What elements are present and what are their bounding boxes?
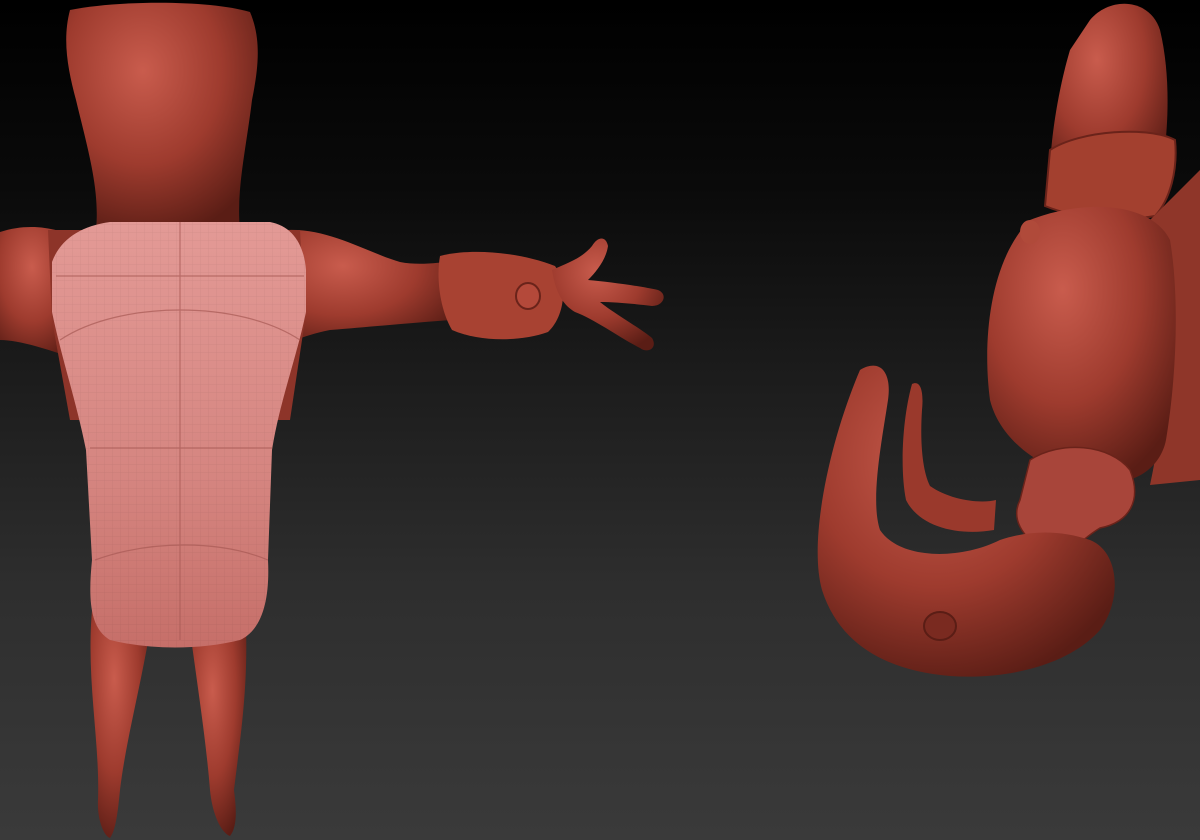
tail-hole xyxy=(923,611,957,641)
sculpt-viewport[interactable] xyxy=(0,0,1200,840)
vest-mesh xyxy=(52,222,306,648)
head xyxy=(66,2,258,231)
right-leg xyxy=(190,628,247,836)
cuff-button xyxy=(515,282,541,310)
character-top-down-view-model[interactable] xyxy=(817,3,1200,677)
hand xyxy=(552,238,664,351)
tail-inner-fin xyxy=(902,383,996,532)
character-back-view-model[interactable] xyxy=(0,2,664,838)
viewport-canvas[interactable] xyxy=(0,0,1200,840)
knob xyxy=(1020,220,1040,244)
main-body xyxy=(987,206,1176,483)
collar-band xyxy=(1043,130,1177,221)
wrist-cuff xyxy=(438,251,564,340)
